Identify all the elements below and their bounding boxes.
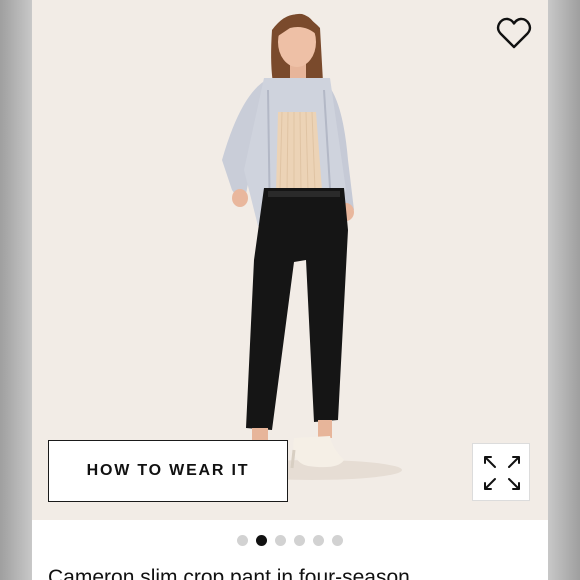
favorite-button[interactable] — [496, 16, 532, 50]
how-to-wear-button[interactable]: HOW TO WEAR IT — [48, 440, 288, 502]
product-title: Cameron slim crop pant in four-season — [48, 566, 410, 580]
how-to-wear-label: HOW TO WEAR IT — [86, 462, 250, 479]
heart-icon — [496, 17, 532, 49]
carousel-dot[interactable] — [237, 535, 248, 546]
expand-icon — [484, 456, 520, 490]
carousel-dot[interactable] — [275, 535, 286, 546]
carousel-dot[interactable] — [256, 535, 267, 546]
product-image-area[interactable]: HOW TO WEAR IT — [32, 0, 548, 520]
carousel-dot[interactable] — [332, 535, 343, 546]
carousel-indicator — [32, 535, 548, 549]
screen-frame: HOW TO WEAR IT Cameron slim crop pant in… — [0, 0, 580, 580]
expand-image-button[interactable] — [472, 443, 530, 501]
product-page: HOW TO WEAR IT Cameron slim crop pant in… — [32, 0, 548, 580]
carousel-dot[interactable] — [294, 535, 305, 546]
carousel-dot[interactable] — [313, 535, 324, 546]
